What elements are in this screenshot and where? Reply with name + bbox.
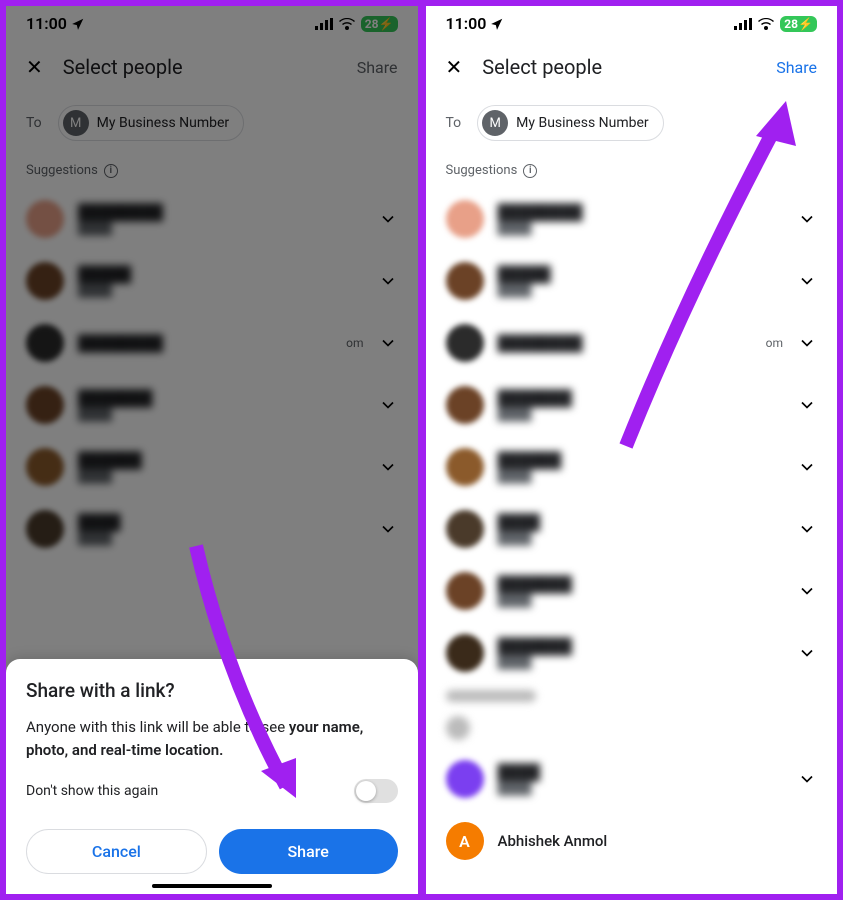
contact-extra: om [766,336,783,350]
toggle-row: Don't show this again [26,779,398,803]
chevron-down-icon[interactable] [797,209,817,229]
status-bar: 11:00 28⚡ [426,6,838,41]
share-sheet: Share with a link? Anyone with this link… [6,659,418,894]
list-item[interactable]: █████████ [426,250,838,312]
close-icon[interactable]: ✕ [446,55,463,79]
charging-icon: ⚡ [798,17,813,31]
sheet-body: Anyone with this link will be able to se… [26,716,398,761]
recipient-chip[interactable]: M My Business Number [58,105,244,141]
chip-label: My Business Number [97,115,229,131]
wifi-icon [758,18,774,30]
chevron-down-icon[interactable] [797,333,817,353]
list-item[interactable]: ████████████ [6,188,418,250]
list-item[interactable]: █████████ [6,250,418,312]
location-icon [71,17,85,31]
phone-right: 11:00 28⚡ ✕ Select people Share To M My … [424,4,840,896]
to-row: To M My Business Number [6,93,418,153]
battery-value: 28 [365,17,379,31]
header: ✕ Select people Share [426,41,838,93]
share-button[interactable]: Share [776,58,817,77]
header: ✕ Select people Share [6,41,418,93]
suggestions-header: Suggestions i [426,153,838,188]
toggle-label: Don't show this again [26,783,158,799]
list-item[interactable]: ███████████ [426,560,838,622]
page-title: Select people [482,55,602,79]
contact-name: Abhishek Anmol [498,832,818,850]
sheet-buttons: Cancel Share [26,829,398,874]
chevron-down-icon[interactable] [797,519,817,539]
section-divider [426,684,838,708]
cellular-icon [734,18,752,30]
status-icons: 28⚡ [315,16,398,32]
chevron-down-icon[interactable] [797,769,817,789]
chevron-down-icon[interactable] [378,519,398,539]
list-item[interactable]: ████████ [426,498,838,560]
chip-label: My Business Number [516,115,648,131]
time-label: 11:00 [26,14,67,33]
dont-show-toggle[interactable] [354,779,398,803]
phone-left: 11:00 28⚡ ✕ Select people Share To M My … [4,4,420,896]
list-item[interactable]: ████████████ [426,188,838,250]
contact-extra: om [346,336,363,350]
list-item[interactable]: ██████████ [426,436,838,498]
list-item[interactable]: A Abhishek Anmol [426,810,838,872]
chevron-down-icon[interactable] [797,643,817,663]
sheet-title: Share with a link? [26,679,398,702]
charging-icon: ⚡ [379,17,394,31]
list-item[interactable]: ████████ [6,498,418,560]
info-icon[interactable]: i [104,164,118,178]
cellular-icon [315,18,333,30]
status-bar: 11:00 28⚡ [6,6,418,41]
status-icons: 28⚡ [734,16,817,32]
list-item[interactable]: ████████ [426,748,838,810]
avatar: A [446,822,484,860]
time-label: 11:00 [446,14,487,33]
info-icon[interactable]: i [523,164,537,178]
close-icon[interactable]: ✕ [26,55,43,79]
chevron-down-icon[interactable] [797,271,817,291]
to-label: To [26,115,42,131]
chevron-down-icon[interactable] [378,271,398,291]
suggestions-label: Suggestions [26,163,98,178]
list-item[interactable]: ███████████ [6,374,418,436]
chip-avatar: M [482,110,508,136]
to-row: To M My Business Number [426,93,838,153]
chevron-down-icon[interactable] [378,395,398,415]
list-item[interactable]: ██████████ [6,436,418,498]
list-item[interactable]: ████████om [6,312,418,374]
contact-list: ████████████ █████████ ████████om ██████… [426,188,838,894]
list-item[interactable]: ████████om [426,312,838,374]
chevron-down-icon[interactable] [378,209,398,229]
suggestions-label: Suggestions [446,163,518,178]
battery-indicator: 28⚡ [780,16,817,32]
share-confirm-button[interactable]: Share [219,829,398,874]
share-button[interactable]: Share [357,58,398,77]
battery-value: 28 [784,17,798,31]
recent-icons-row [426,708,838,748]
chevron-down-icon[interactable] [378,333,398,353]
chevron-down-icon[interactable] [797,581,817,601]
page-title: Select people [63,55,183,79]
chip-avatar: M [63,110,89,136]
status-time: 11:00 [26,14,85,33]
home-indicator[interactable] [152,884,272,888]
list-item[interactable]: ███████████ [426,374,838,436]
chevron-down-icon[interactable] [797,395,817,415]
battery-indicator: 28⚡ [361,16,398,32]
wifi-icon [339,18,355,30]
location-icon [490,17,504,31]
chevron-down-icon[interactable] [797,457,817,477]
status-time: 11:00 [446,14,505,33]
to-label: To [446,115,462,131]
recipient-chip[interactable]: M My Business Number [477,105,663,141]
cancel-button[interactable]: Cancel [26,829,207,874]
sheet-body-pre: Anyone with this link will be able to se… [26,718,289,736]
suggestions-header: Suggestions i [6,153,418,188]
chevron-down-icon[interactable] [378,457,398,477]
list-item[interactable]: ███████████ [426,622,838,684]
